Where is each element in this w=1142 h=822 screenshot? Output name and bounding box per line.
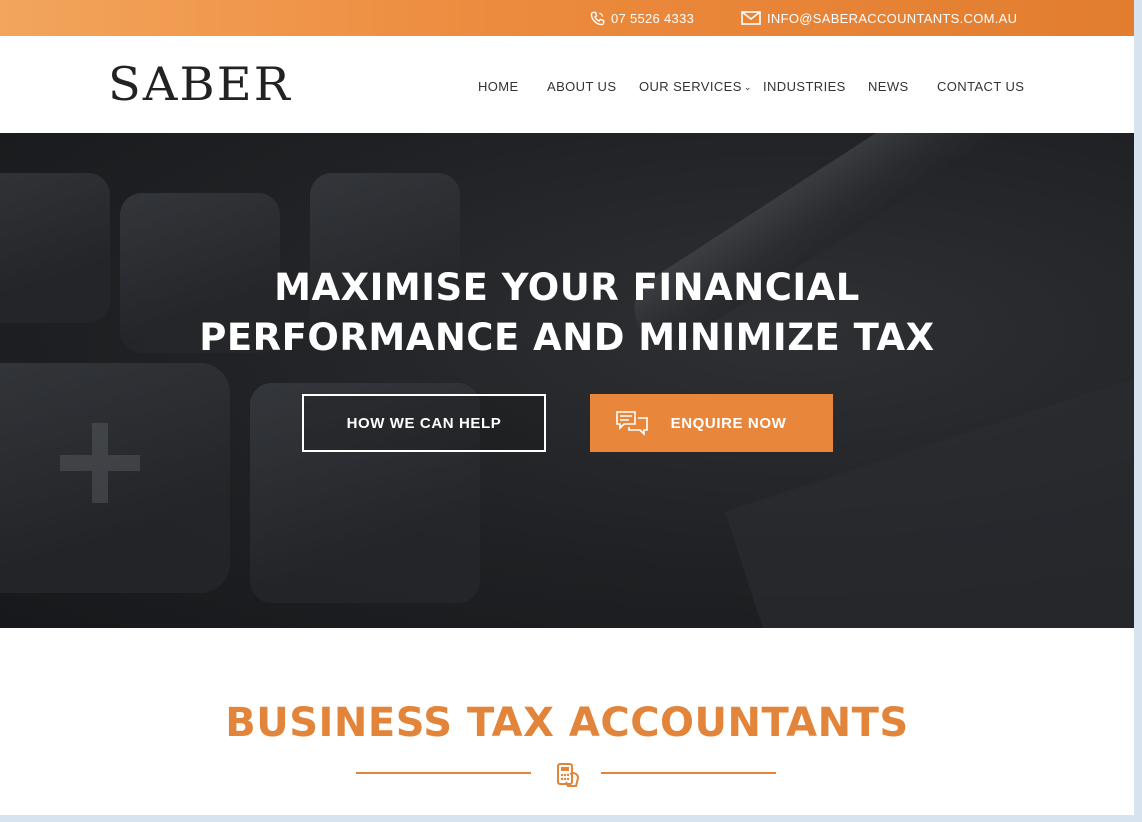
enquire-now-button[interactable]: ENQUIRE NOW: [590, 394, 833, 452]
calculator-hand-icon: [552, 760, 582, 790]
phone-contact[interactable]: 07 5526 4333: [590, 0, 694, 36]
site-logo[interactable]: SABER: [108, 56, 292, 112]
site-header: SABER HOME ABOUT US OUR SERVICES ⌄ INDUST…: [0, 36, 1134, 133]
browser-frame-edge: [1134, 0, 1142, 822]
phone-number: 07 5526 4333: [611, 10, 695, 26]
chat-bubbles-icon: [615, 409, 649, 437]
hero-headline-line1: MAXIMISE YOUR FINANCIAL: [274, 266, 860, 309]
section-heading: BUSINESS TAX ACCOUNTANTS: [225, 700, 909, 746]
top-contact-bar: 07 5526 4333 INFO@SABERACCOUNTANTS.COM.A…: [0, 0, 1134, 36]
hero-headline-line2: PERFORMANCE AND MINIMIZE TAX: [199, 316, 935, 359]
phone-icon: [590, 11, 605, 26]
enquire-now-label: ENQUIRE NOW: [670, 414, 787, 432]
envelope-icon: [741, 11, 761, 25]
nav-contact-us[interactable]: CONTACT US: [937, 79, 1024, 94]
web-page: 07 5526 4333 INFO@SABERACCOUNTANTS.COM.A…: [0, 0, 1134, 815]
nav-news[interactable]: NEWS: [868, 79, 909, 94]
nav-industries[interactable]: INDUSTRIES: [763, 79, 846, 94]
nav-our-services-label: OUR SERVICES: [639, 79, 742, 94]
email-contact[interactable]: INFO@SABERACCOUNTANTS.COM.AU: [741, 0, 1017, 36]
how-we-can-help-label: HOW WE CAN HELP: [346, 414, 502, 432]
nav-home[interactable]: HOME: [478, 79, 519, 94]
hero-headline: MAXIMISE YOUR FINANCIAL PERFORMANCE AND …: [0, 263, 1134, 363]
heading-divider-right: [601, 772, 776, 774]
heading-divider-left: [356, 772, 531, 774]
how-we-can-help-button[interactable]: HOW WE CAN HELP: [302, 394, 546, 452]
nav-about-us[interactable]: ABOUT US: [547, 79, 616, 94]
chevron-down-icon: ⌄: [743, 82, 752, 92]
browser-frame-bottom: [0, 815, 1142, 822]
nav-our-services[interactable]: OUR SERVICES ⌄: [639, 79, 752, 94]
hero-banner: MAXIMISE YOUR FINANCIAL PERFORMANCE AND …: [0, 133, 1134, 628]
email-address: INFO@SABERACCOUNTANTS.COM.AU: [767, 10, 1018, 26]
